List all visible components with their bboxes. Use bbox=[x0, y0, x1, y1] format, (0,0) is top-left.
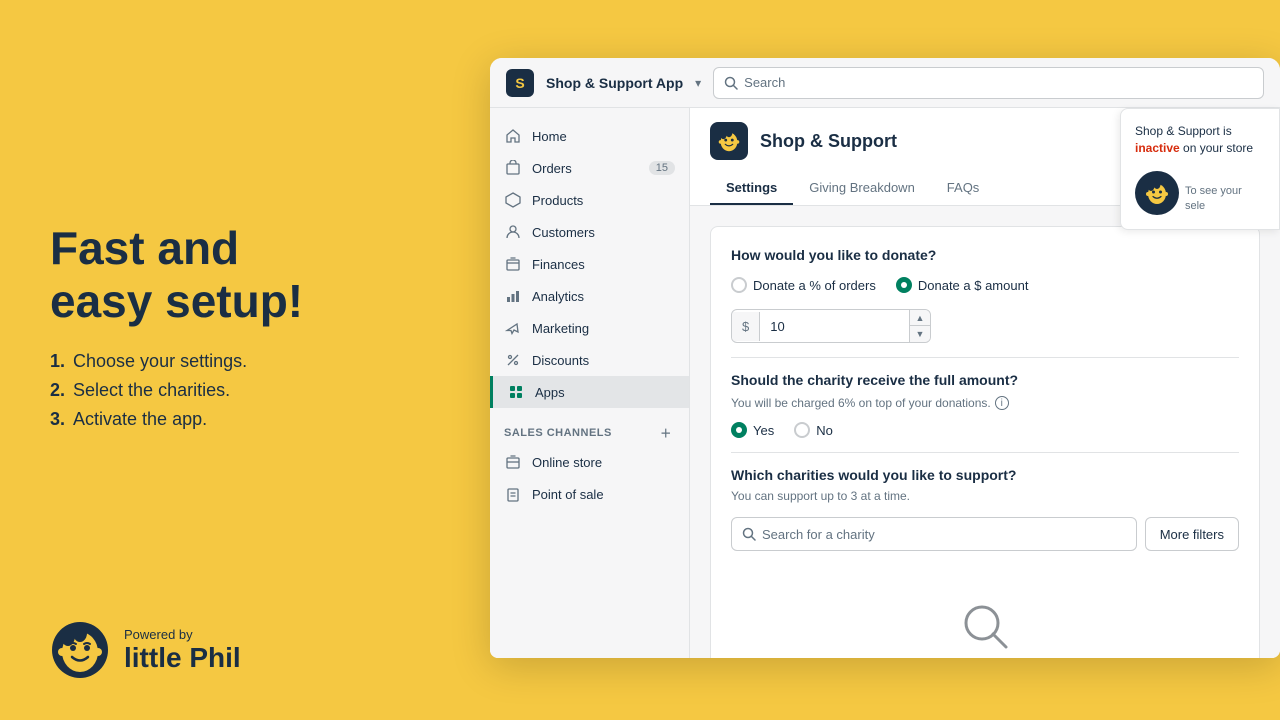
app-main-icon bbox=[710, 122, 748, 160]
steps-list: 1. Choose your settings. 2. Select the c… bbox=[50, 351, 440, 438]
sidebar-item-customers[interactable]: Customers bbox=[490, 216, 689, 248]
top-bar: S Shop & Support App ▾ Search bbox=[490, 58, 1280, 108]
app-name-top: Shop & Support App bbox=[546, 75, 683, 91]
little-phil-brand: Powered by little Phil bbox=[124, 627, 241, 674]
notification-avatar: To see your sele bbox=[1135, 171, 1265, 215]
notification-text: Shop & Support is inactive on your store bbox=[1135, 123, 1265, 157]
finances-icon bbox=[504, 255, 522, 273]
amount-input[interactable]: $ 10 ▲ ▼ bbox=[731, 309, 931, 343]
full-amount-question: Should the charity receive the full amou… bbox=[731, 372, 1239, 388]
sidebar-item-discounts[interactable]: Discounts bbox=[490, 344, 689, 376]
charity-search-placeholder: Search for a charity bbox=[762, 527, 875, 542]
hero-title: Fast and easy setup! bbox=[50, 222, 440, 328]
info-icon[interactable]: i bbox=[995, 396, 1009, 410]
sidebar: Home Orders 15 Products Customers bbox=[490, 108, 690, 658]
divider-1 bbox=[731, 357, 1239, 358]
point-of-sale-icon bbox=[504, 485, 522, 503]
app-title: Shop & Support bbox=[760, 131, 897, 152]
step-1: 1. Choose your settings. bbox=[50, 351, 440, 372]
search-icon bbox=[724, 76, 738, 90]
orders-icon bbox=[504, 159, 522, 177]
add-sales-channel-icon[interactable]: ＋ bbox=[657, 424, 675, 442]
orders-badge: 15 bbox=[649, 161, 675, 175]
charities-question: Which charities would you like to suppor… bbox=[731, 467, 1239, 483]
right-notification: Shop & Support is inactive on your store… bbox=[1120, 108, 1280, 230]
spinner-up[interactable]: ▲ bbox=[910, 310, 930, 326]
online-store-icon bbox=[504, 453, 522, 471]
to-see-text: To see your sele bbox=[1185, 184, 1265, 215]
yes-option[interactable]: Yes bbox=[731, 422, 774, 438]
settings-panel: How would you like to donate? Donate a %… bbox=[690, 206, 1280, 658]
customers-icon bbox=[504, 223, 522, 241]
step-2: 2. Select the charities. bbox=[50, 380, 440, 401]
currency-symbol: $ bbox=[732, 312, 760, 341]
products-icon bbox=[504, 191, 522, 209]
little-phil-logo-icon bbox=[50, 620, 110, 680]
settings-card-donate: How would you like to donate? Donate a %… bbox=[710, 226, 1260, 658]
apps-icon bbox=[507, 383, 525, 401]
search-placeholder: Search bbox=[744, 75, 785, 90]
marketing-icon bbox=[504, 319, 522, 337]
donate-question: How would you like to donate? bbox=[731, 247, 1239, 263]
sidebar-item-apps[interactable]: Apps bbox=[490, 376, 689, 408]
empty-search-icon bbox=[960, 601, 1010, 651]
tab-giving-breakdown[interactable]: Giving Breakdown bbox=[793, 172, 931, 205]
powered-by-section: Powered by little Phil bbox=[50, 620, 241, 680]
spinner-buttons: ▲ ▼ bbox=[909, 310, 930, 342]
charity-search-row: Search for a charity More filters bbox=[731, 517, 1239, 551]
yes-no-group: Yes No bbox=[731, 422, 1239, 438]
discounts-icon bbox=[504, 351, 522, 369]
tab-faqs[interactable]: FAQs bbox=[931, 172, 996, 205]
donate-options: Donate a % of orders Donate a $ amount bbox=[731, 277, 1239, 293]
sidebar-item-analytics[interactable]: Analytics bbox=[490, 280, 689, 312]
app-dropdown-chevron[interactable]: ▾ bbox=[695, 76, 701, 90]
sidebar-item-point-of-sale[interactable]: Point of sale bbox=[490, 478, 689, 510]
yes-radio[interactable] bbox=[731, 422, 747, 438]
amount-input-row: $ 10 ▲ ▼ bbox=[731, 309, 1239, 343]
donate-percent-option[interactable]: Donate a % of orders bbox=[731, 277, 876, 293]
step-3: 3. Activate the app. bbox=[50, 409, 440, 430]
notification-avatar-image bbox=[1135, 171, 1179, 215]
more-filters-button[interactable]: More filters bbox=[1145, 517, 1239, 551]
sidebar-item-products[interactable]: Products bbox=[490, 184, 689, 216]
no-option[interactable]: No bbox=[794, 422, 833, 438]
analytics-icon bbox=[504, 287, 522, 305]
divider-2 bbox=[731, 452, 1239, 453]
sidebar-item-finances[interactable]: Finances bbox=[490, 248, 689, 280]
donate-amount-radio[interactable] bbox=[896, 277, 912, 293]
charities-note: You can support up to 3 at a time. bbox=[731, 489, 1239, 503]
home-icon bbox=[504, 127, 522, 145]
left-panel: Fast and easy setup! 1. Choose your sett… bbox=[0, 0, 490, 720]
charge-note: You will be charged 6% on top of your do… bbox=[731, 396, 1239, 410]
search-bar[interactable]: Search bbox=[713, 67, 1264, 99]
app-icon-small: S bbox=[506, 69, 534, 97]
donate-percent-radio[interactable] bbox=[731, 277, 747, 293]
sidebar-item-home[interactable]: Home bbox=[490, 120, 689, 152]
sidebar-item-online-store[interactable]: Online store bbox=[490, 446, 689, 478]
tab-settings[interactable]: Settings bbox=[710, 172, 793, 205]
amount-value: 10 bbox=[760, 312, 909, 341]
charity-search-input[interactable]: Search for a charity bbox=[731, 517, 1137, 551]
donate-amount-option[interactable]: Donate a $ amount bbox=[896, 277, 1029, 293]
sidebar-item-marketing[interactable]: Marketing bbox=[490, 312, 689, 344]
spinner-down[interactable]: ▼ bbox=[910, 326, 930, 342]
no-radio[interactable] bbox=[794, 422, 810, 438]
empty-search-state: Search to get started Explore the thousa… bbox=[731, 571, 1239, 658]
sales-channels-section: Sales channels ＋ bbox=[490, 408, 689, 446]
sidebar-item-orders[interactable]: Orders 15 bbox=[490, 152, 689, 184]
charity-search-icon bbox=[742, 527, 756, 541]
